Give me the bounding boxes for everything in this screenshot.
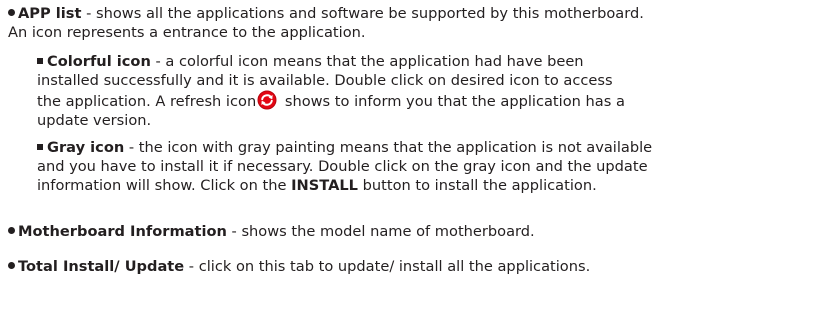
total-install-title: Total Install/ Update [18,258,185,275]
bullet-icon [8,227,15,234]
gray-icon-text-before: information will show. Click on the [37,177,292,194]
colorful-icon-text: - a colorful icon means that the applica… [150,53,584,70]
gray-icon-text: - the icon with gray painting means that… [124,139,653,156]
square-bullet-icon [37,144,43,150]
bullet-icon [8,9,15,16]
app-list-paragraph: APP list - shows all the applications an… [8,4,644,42]
square-bullet-icon [37,58,43,64]
colorful-icon-title: Colorful icon [47,53,151,70]
gray-icon-title: Gray icon [47,139,125,156]
bullet-icon [8,262,15,269]
app-list-line-2: An icon represents a entrance to the app… [8,24,366,41]
colorful-icon-paragraph: Colorful icon - a colorful icon means th… [37,52,625,130]
colorful-icon-line-4: update version. [37,112,152,129]
motherboard-info-line: Motherboard Information - shows the mode… [8,222,535,241]
app-list-title: APP list [18,5,82,22]
colorful-icon-text-before-icon: the application. A refresh icon [37,93,257,110]
gray-icon-paragraph: Gray icon - the icon with gray painting … [37,138,652,195]
total-install-line: Total Install/ Update - click on this ta… [8,257,590,276]
motherboard-info-text: - shows the model name of motherboard. [226,223,535,240]
total-install-paragraph: Total Install/ Update - click on this ta… [8,257,590,276]
motherboard-info-title: Motherboard Information [18,223,227,240]
total-install-text: - click on this tab to update/ install a… [184,258,591,275]
motherboard-info-paragraph: Motherboard Information - shows the mode… [8,222,535,241]
colorful-icon-line-3: the application. A refresh icon shows to… [37,90,625,111]
refresh-icon [257,90,277,110]
colorful-icon-line-1: Colorful icon - a colorful icon means th… [37,52,625,71]
gray-icon-line-3: information will show. Click on the INST… [37,176,652,195]
gray-icon-text-after: button to install the application. [357,177,597,194]
colorful-icon-line-2: installed successfully and it is availab… [37,72,613,89]
colorful-icon-text-after-icon: shows to inform you that the application… [280,93,625,110]
app-list-text: - shows all the applications and softwar… [81,5,644,22]
install-label: INSTALL [291,177,358,194]
app-list-line-1: APP list - shows all the applications an… [8,4,644,23]
gray-icon-line-2: and you have to install it if necessary.… [37,158,648,175]
gray-icon-line-1: Gray icon - the icon with gray painting … [37,138,652,157]
